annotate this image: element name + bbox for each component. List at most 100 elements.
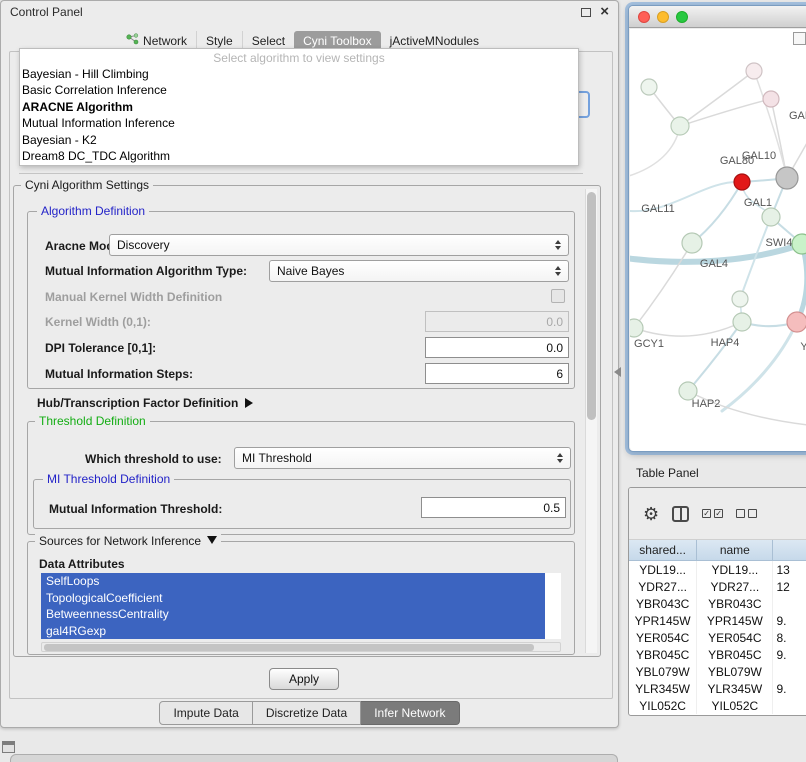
mi-threshold-field[interactable] <box>421 497 566 518</box>
panel-divider-collapse-arrow[interactable] <box>614 367 621 377</box>
table-row[interactable]: YBR043CYBR043C <box>629 595 806 612</box>
settings-scrollbar-thumb[interactable] <box>587 192 596 420</box>
algorithm-option-bayesian-k2[interactable]: Bayesian - K2 <box>20 132 578 148</box>
zoom-traffic-light[interactable] <box>676 11 688 23</box>
mi-type-select[interactable]: Naive Bayes <box>269 260 569 282</box>
algorithm-option-mutual-information-inference[interactable]: Mutual Information Inference <box>20 115 578 131</box>
column-header-name[interactable]: name <box>697 540 773 560</box>
bottom-tab-impute-data[interactable]: Impute Data <box>159 701 252 725</box>
sources-legend[interactable]: Sources for Network Inference <box>35 534 221 548</box>
algorithm-option-bayesian-hill-climbing[interactable]: Bayesian - Hill Climbing <box>20 66 578 82</box>
table-cell: YIL052C <box>697 697 773 714</box>
attribute-item-gal4rgexp[interactable]: gal4RGexp <box>41 623 545 640</box>
network-node[interactable] <box>792 234 806 254</box>
bottom-tabs: Impute DataDiscretize DataInfer Network <box>1 701 618 725</box>
aracne-mode-select[interactable]: Discovery <box>109 234 569 256</box>
birdseye-toggle-button[interactable] <box>793 32 806 45</box>
table-panel-title: Table Panel <box>636 466 699 480</box>
screen: Control Panel × NetworkStyleSelectCyni T… <box>0 0 806 762</box>
manual-kernel-checkbox[interactable] <box>551 289 565 303</box>
network-node[interactable] <box>630 319 643 337</box>
attribute-item-topologicalcoefficient[interactable]: TopologicalCoefficient <box>41 590 545 607</box>
table-row[interactable]: YPR145WYPR145W9. <box>629 612 806 629</box>
algorithm-option-dream8-dc-tdc-algorithm[interactable]: Dream8 DC_TDC Algorithm <box>20 148 578 164</box>
unselect-all-icon[interactable] <box>736 509 757 518</box>
hub-section-label: Hub/Transcription Factor Definition <box>37 396 238 410</box>
network-node[interactable] <box>682 233 702 253</box>
table-cell: YBR043C <box>697 595 773 612</box>
algorithm-popup-list: Bayesian - Hill ClimbingBasic Correlatio… <box>20 66 578 164</box>
node-label: GCY1 <box>634 338 664 350</box>
table-cell: YBR045C <box>697 646 773 663</box>
algorithm-dropdown-popup: Select algorithm to view settings Bayesi… <box>19 48 579 166</box>
table-cell: YLR345W <box>697 680 773 697</box>
network-node[interactable] <box>776 167 798 189</box>
network-canvas[interactable]: GAL80GAL10GAL1GAL11SWI4GAL4HAP4GCY1HAP2G… <box>630 29 806 451</box>
close-traffic-light[interactable] <box>638 11 650 23</box>
gear-icon[interactable]: ⚙ <box>643 505 659 523</box>
node-label: HAP2 <box>692 398 721 410</box>
table-cell: YPR145W <box>629 612 697 629</box>
network-node[interactable] <box>746 63 762 79</box>
restore-window-icon[interactable] <box>2 741 15 753</box>
network-node[interactable] <box>762 208 780 226</box>
network-node[interactable] <box>763 91 779 107</box>
attribute-item-selfloops[interactable]: SelfLoops <box>41 573 545 590</box>
select-all-icon[interactable]: ✓ ✓ <box>702 509 723 518</box>
minimize-traffic-light[interactable] <box>657 11 669 23</box>
algorithm-option-basic-correlation-inference[interactable]: Basic Correlation Inference <box>20 82 578 98</box>
covered-groupbox-edge <box>19 173 583 174</box>
table-cell: 9. <box>773 646 806 663</box>
table-cell: YBR045C <box>629 646 697 663</box>
manual-kernel-label: Manual Kernel Width Definition <box>45 290 222 304</box>
float-window-icon[interactable] <box>581 8 591 17</box>
apply-button[interactable]: Apply <box>269 668 339 690</box>
network-node[interactable] <box>787 312 806 332</box>
mi-steps-field[interactable] <box>425 363 569 384</box>
table-cell: 9. <box>773 612 806 629</box>
mi-type-value: Naive Bayes <box>277 264 550 278</box>
network-node[interactable] <box>732 291 748 307</box>
table-cell: YDR27... <box>629 578 697 595</box>
combo-arrows-icon <box>552 453 568 463</box>
table-row[interactable]: YLR345WYLR345W9. <box>629 680 806 697</box>
table-toolbar: ⚙ ✓ ✓ <box>629 488 806 540</box>
columns-icon[interactable] <box>672 506 689 522</box>
table-cell: YDL19... <box>629 561 697 578</box>
bottom-tab-discretize-data[interactable]: Discretize Data <box>253 701 361 725</box>
table-cell: YBL079W <box>629 663 697 680</box>
attributes-hscrollbar[interactable] <box>41 642 561 652</box>
attributes-hscrollbar-thumb[interactable] <box>44 644 534 651</box>
table-row[interactable]: YER054CYER054C8. <box>629 629 806 646</box>
data-attributes-list: SelfLoopsTopologicalCoefficientBetweenne… <box>41 573 561 639</box>
hub-section-toggle[interactable]: Hub/Transcription Factor Definition <box>37 396 253 410</box>
column-header-2[interactable] <box>773 540 806 560</box>
expand-arrow-icon <box>245 398 253 408</box>
bottom-tab-infer-network[interactable]: Infer Network <box>361 701 459 725</box>
algorithm-option-aracne-algorithm[interactable]: ARACNE Algorithm <box>20 99 578 115</box>
dpi-tolerance-label: DPI Tolerance [0,1]: <box>45 341 156 355</box>
table-row[interactable]: YBR045CYBR045C9. <box>629 646 806 663</box>
table-row[interactable]: YBL079WYBL079W <box>629 663 806 680</box>
dpi-tolerance-field[interactable] <box>425 337 569 358</box>
network-node[interactable] <box>733 313 751 331</box>
collapsed-panel-strip[interactable] <box>10 754 618 762</box>
close-window-icon[interactable]: × <box>600 7 609 17</box>
network-node[interactable] <box>671 117 689 135</box>
table-cell: YER054C <box>629 629 697 646</box>
network-node[interactable] <box>734 174 750 190</box>
network-node[interactable] <box>641 79 657 95</box>
column-header-shared-[interactable]: shared... <box>629 540 697 560</box>
which-threshold-value: MI Threshold <box>242 451 552 465</box>
kernel-width-field[interactable] <box>425 311 569 332</box>
table-row[interactable]: YIL052CYIL052C <box>629 697 806 714</box>
node-label: Y <box>800 341 806 353</box>
table-row[interactable]: YDR27...YDR27...12 <box>629 578 806 595</box>
table-cell: YDL19... <box>697 561 773 578</box>
table-cell: YLR345W <box>629 680 697 697</box>
attribute-item-betweennesscentrality[interactable]: BetweennessCentrality <box>41 606 545 623</box>
table-row[interactable]: YDL19...YDL19...13 <box>629 561 806 578</box>
which-threshold-select[interactable]: MI Threshold <box>234 447 571 469</box>
network-window-titlebar[interactable] <box>629 6 806 28</box>
network-edge <box>797 244 806 322</box>
